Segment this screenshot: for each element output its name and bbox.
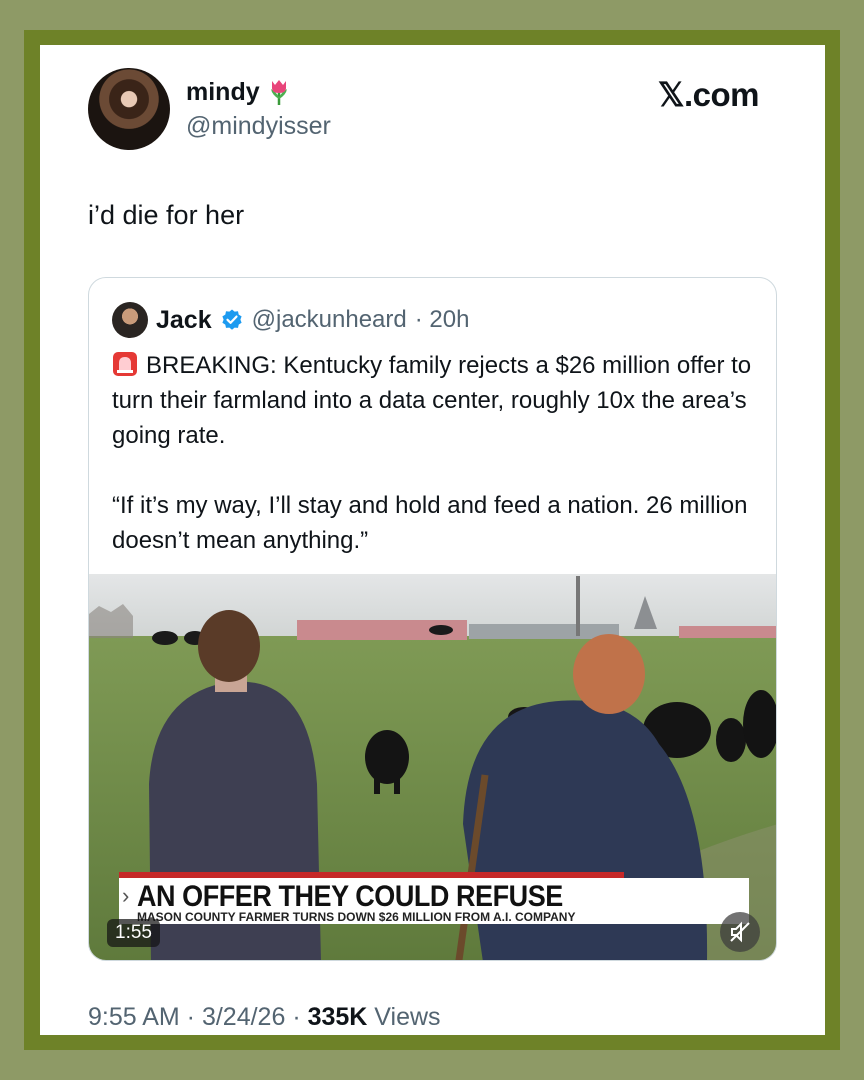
quoted-tweet[interactable]: Jack @jackunheard · 20h BREAKING: Kentuc…	[88, 277, 777, 961]
tweet-text: i’d die for her	[88, 200, 245, 230]
siren-icon	[113, 352, 137, 376]
author-handle[interactable]: @mindyisser	[186, 112, 331, 141]
author-name[interactable]: mindy	[186, 78, 260, 107]
video-duration: 1:55	[107, 919, 160, 947]
lower-third-headline: AN OFFER THEY COULD REFUSE	[137, 880, 563, 913]
tulip-icon	[270, 80, 287, 105]
quoted-paragraph-1: BREAKING: Kentucky family rejects a $26 …	[112, 352, 752, 449]
quoted-author-handle[interactable]: @jackunheard	[252, 306, 407, 334]
video-player[interactable]: › AN OFFER THEY COULD REFUSE MASON COUNT…	[89, 574, 776, 960]
lower-third-arrow: ›	[122, 883, 130, 908]
muted-speaker-icon	[730, 921, 750, 943]
views-label: Views	[367, 1003, 441, 1031]
x-logo: 𝕏.com	[657, 76, 760, 113]
avatar[interactable]	[88, 68, 170, 150]
quoted-tweet-header: Jack @jackunheard · 20h	[112, 302, 469, 338]
quoted-paragraph-2: “If it’s my way, I’ll stay and hold and …	[112, 492, 748, 554]
quoted-avatar[interactable]	[112, 302, 148, 338]
author-name-row: mindy	[186, 77, 294, 107]
quoted-time: · 20h	[414, 306, 470, 333]
verified-badge-icon	[222, 309, 242, 330]
views-count: 335K	[307, 1003, 368, 1031]
tweet-time[interactable]: 9:55 AM	[88, 1003, 180, 1031]
lower-third-subhead: MASON COUNTY FARMER TURNS DOWN $26 MILLI…	[137, 910, 576, 924]
tweet-meta: 9:55 AM · 3/24/26 · 335K Views	[88, 1003, 441, 1032]
mute-button[interactable]	[720, 912, 760, 952]
quoted-text: BREAKING: Kentucky family rejects a $26 …	[112, 348, 762, 558]
tweet-date[interactable]: 3/24/26	[202, 1003, 285, 1031]
meta-separator: ·	[179, 1003, 202, 1031]
meta-separator: ·	[285, 1003, 308, 1031]
tweet-card: mindy @mindyisser 𝕏.com i’d die for her …	[40, 45, 825, 1035]
quoted-author-name[interactable]: Jack	[156, 306, 212, 335]
